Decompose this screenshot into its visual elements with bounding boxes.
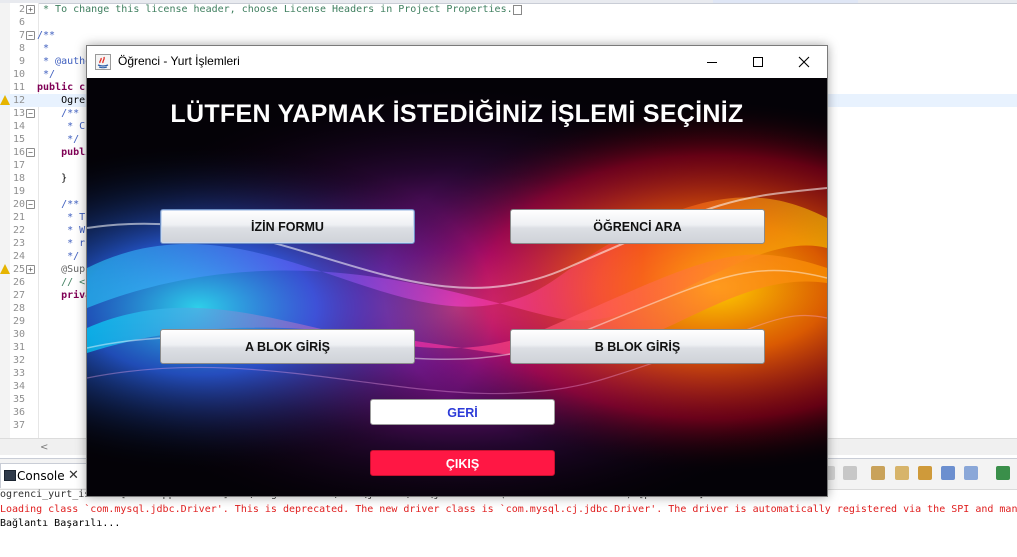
line-number: 2 (18, 4, 25, 15)
code-text: */ (37, 69, 56, 80)
code-text: * C (37, 121, 86, 132)
code-text: * T (37, 212, 86, 223)
folded-comment-marker-icon[interactable] (513, 5, 522, 15)
line-number: 26 (12, 277, 25, 288)
cikis-button[interactable]: ÇIKIŞ (370, 450, 555, 476)
warning-icon[interactable] (0, 95, 10, 105)
menu-panel: LÜTFEN YAPMAK İSTEDİĞİNİZ İŞLEMİ SEÇİNİZ… (87, 78, 827, 496)
line-number: 8 (18, 43, 25, 54)
b-blok-giris-button[interactable]: B BLOK GİRİŞ (510, 329, 765, 364)
code-text: public c (37, 82, 86, 93)
java-app-icon (95, 54, 111, 70)
line-number: 23 (12, 238, 25, 249)
remove-all-icon[interactable] (843, 466, 857, 480)
line-number: 16 (12, 147, 25, 158)
maximize-button[interactable] (735, 46, 781, 78)
scroll-lock-icon[interactable] (895, 466, 909, 480)
line-number: 36 (12, 407, 25, 418)
line-number: 25 (12, 264, 25, 275)
code-text: * (37, 43, 50, 54)
close-icon (798, 56, 810, 68)
line-number: 28 (12, 303, 25, 314)
code-text: /** (37, 199, 80, 210)
line-number: 13 (12, 108, 25, 119)
console-close-icon[interactable]: ✕ (68, 468, 79, 483)
line-number: 18 (12, 173, 25, 184)
line-number: 6 (18, 17, 25, 28)
console-tab-label: Console (17, 469, 65, 483)
line-number: 20 (12, 199, 25, 210)
clear-console-icon[interactable] (871, 466, 885, 480)
code-text: /** (37, 30, 56, 41)
line-number: 22 (12, 225, 25, 236)
background-image (87, 78, 827, 496)
window-title: Öğrenci - Yurt İşlemleri (118, 54, 240, 68)
line-number: 12 (12, 95, 25, 106)
line-number: 10 (12, 69, 25, 80)
line-number: 37 (12, 420, 25, 431)
code-line[interactable]: 7−/** (0, 29, 1017, 42)
line-number: 30 (12, 329, 25, 340)
collapse-fold-icon[interactable]: − (26, 200, 35, 209)
instruction-heading: LÜTFEN YAPMAK İSTEDİĞİNİZ İŞLEMİ SEÇİNİZ (170, 100, 744, 128)
console-output-line: Bağlantı Başarılı... (0, 518, 121, 529)
warning-icon[interactable] (0, 264, 10, 274)
code-text: publi (37, 147, 92, 158)
code-text: * W (37, 225, 86, 236)
code-text: Ogre (37, 95, 86, 106)
collapse-fold-icon[interactable]: − (26, 148, 35, 157)
code-text: * To change this license header, choose … (37, 4, 513, 15)
expand-fold-icon[interactable]: + (26, 265, 35, 274)
close-button[interactable] (781, 46, 827, 78)
console-icon (4, 470, 16, 481)
line-number: 34 (12, 381, 25, 392)
line-number: 24 (12, 251, 25, 262)
console-tab[interactable]: Console ✕ (0, 463, 90, 488)
expand-fold-icon[interactable]: + (26, 5, 35, 14)
line-number: 14 (12, 121, 25, 132)
maximize-icon (753, 57, 763, 67)
code-text: // < (37, 277, 86, 288)
code-line[interactable]: 6 (0, 16, 1017, 29)
line-number: 35 (12, 394, 25, 405)
geri-button[interactable]: GERİ (370, 399, 555, 425)
line-number: 9 (18, 56, 25, 67)
display-console-icon[interactable] (964, 466, 978, 480)
open-console-icon[interactable] (996, 466, 1010, 480)
line-number: 17 (12, 160, 25, 171)
line-number: 27 (12, 290, 25, 301)
word-wrap-icon[interactable] (918, 466, 932, 480)
line-number: 29 (12, 316, 25, 327)
code-text: } (37, 173, 68, 184)
app-window: Öğrenci - Yurt İşlemleri LÜTFEN YAPMAK İ… (86, 45, 828, 497)
line-number: 33 (12, 368, 25, 379)
collapse-fold-icon[interactable]: − (26, 109, 35, 118)
line-number: 31 (12, 342, 25, 353)
code-text: priva (37, 290, 92, 301)
code-text: * r (37, 238, 86, 249)
scroll-left-icon[interactable]: < (40, 442, 48, 453)
izin-formu-button[interactable]: İZİN FORMU (160, 209, 415, 244)
code-text: @Supp (37, 264, 92, 275)
collapse-fold-icon[interactable]: − (26, 31, 35, 40)
code-text: /** (37, 108, 80, 119)
line-number: 21 (12, 212, 25, 223)
code-text: */ (37, 134, 80, 145)
line-number: 19 (12, 186, 25, 197)
a-blok-giris-button[interactable]: A BLOK GİRİŞ (160, 329, 415, 364)
code-line[interactable]: 2 + * To change this license header, choo… (0, 3, 1017, 16)
code-text: */ (37, 251, 80, 262)
ogrenci-ara-button[interactable]: ÖĞRENCİ ARA (510, 209, 765, 244)
line-number: 7 (18, 30, 25, 41)
window-titlebar[interactable]: Öğrenci - Yurt İşlemleri (87, 46, 827, 78)
pin-console-icon[interactable] (941, 466, 955, 480)
line-number: 32 (12, 355, 25, 366)
console-output-line: Loading class `com.mysql.jdbc.Driver'. T… (0, 504, 1017, 515)
line-number: 15 (12, 134, 25, 145)
minimize-icon (707, 62, 717, 63)
minimize-button[interactable] (689, 46, 735, 78)
line-number: 11 (12, 82, 25, 93)
